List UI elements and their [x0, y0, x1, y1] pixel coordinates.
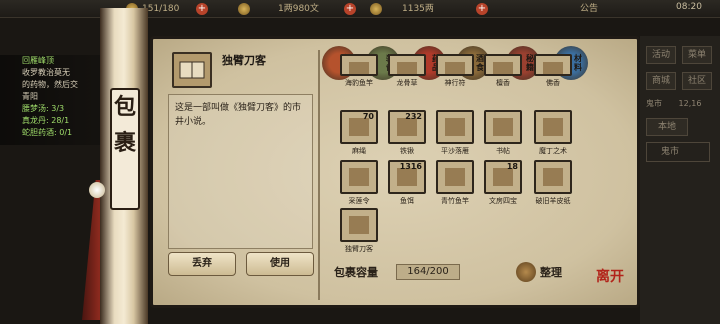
item-name: 龙骨草: [396, 79, 418, 87]
quest-line-2: 的药物，然后交: [22, 80, 78, 89]
use-button[interactable]: 使用: [246, 252, 314, 276]
tab-local[interactable]: 本地: [646, 118, 688, 136]
inventory-slot[interactable]: [436, 54, 474, 76]
item-name: 破旧羊皮纸: [535, 197, 571, 205]
capacity-value: 164/200: [396, 264, 460, 280]
discard-button[interactable]: 丢弃: [168, 252, 236, 276]
mall-button[interactable]: 商城: [646, 72, 676, 90]
selected-item-icon: [172, 52, 212, 88]
silver-value: 1135两: [402, 4, 434, 14]
item-icon: [543, 168, 563, 186]
item-icon: [445, 118, 465, 136]
item-name: 平沙落雁: [441, 147, 469, 155]
inventory-slot[interactable]: 1316: [388, 160, 426, 194]
item-name: 佛香: [546, 79, 560, 87]
inventory-slot[interactable]: 18: [484, 160, 522, 194]
item-icon: [543, 118, 563, 136]
quest-line-3: 青阳: [22, 92, 38, 101]
quest-req-2: 真龙丹: 28/1: [22, 116, 70, 125]
inventory-title-char-2: 裹: [113, 131, 136, 156]
item-icon: [445, 168, 465, 186]
item-description: 这是一部叫做《独臂刀客》的市井小说。: [168, 94, 313, 249]
inventory-slot[interactable]: [388, 54, 426, 76]
inventory-slot[interactable]: [484, 110, 522, 144]
sort-button[interactable]: 整理: [540, 264, 562, 280]
item-name: 采莲令: [348, 197, 370, 205]
inventory-title-char-1: 包: [113, 95, 136, 120]
panel-divider: [318, 50, 320, 300]
quest-req-1: 腰梦汤: 3/3: [22, 104, 65, 113]
item-icon: [397, 62, 417, 74]
add-silver-button[interactable]: +: [476, 3, 488, 15]
add-money-button[interactable]: +: [344, 3, 356, 15]
inventory-slot[interactable]: [340, 160, 378, 194]
item-name: 文房四宝: [489, 197, 517, 205]
inventory-slot[interactable]: [484, 54, 522, 76]
inventory-slot[interactable]: [436, 160, 474, 194]
bag-icon[interactable]: [516, 262, 536, 282]
scroll-bead: [89, 182, 105, 198]
item-name: 铁锹: [400, 147, 414, 155]
quest-title: 回雁峰顶: [22, 56, 54, 65]
item-icon: [493, 118, 513, 136]
location-entry[interactable]: 鬼市: [646, 142, 710, 162]
item-icon: [349, 216, 369, 234]
item-name: 魔丁之术: [539, 147, 567, 155]
item-name: 神行符: [444, 79, 466, 87]
inventory-slot[interactable]: [340, 208, 378, 242]
capacity-label: 包裹容量: [334, 266, 378, 279]
item-icon: [349, 62, 369, 74]
item-quantity: 232: [405, 112, 422, 121]
inventory-slot[interactable]: [340, 54, 378, 76]
add-stamina-button[interactable]: +: [196, 3, 208, 15]
silver-icon: [370, 3, 382, 15]
inventory-title-tag: 包 裹: [110, 88, 140, 210]
inventory-slot[interactable]: 232: [388, 110, 426, 144]
item-name: 青竹鱼竿: [441, 197, 469, 205]
item-icon: [543, 62, 563, 74]
clock: 08:20: [676, 2, 702, 12]
item-name: 书帖: [496, 147, 510, 155]
close-seal-button[interactable]: 离开: [596, 270, 626, 285]
money-value: 1两980文: [278, 4, 319, 14]
item-name: 麻绳: [352, 147, 366, 155]
inventory-slot[interactable]: [534, 54, 572, 76]
announcement-button[interactable]: 公告: [580, 2, 598, 16]
menu-button[interactable]: 菜单: [682, 46, 712, 64]
quest-req-3: 蛇胆药酒: 0/1: [22, 128, 73, 137]
item-icon: [349, 168, 369, 186]
money-icon: [238, 3, 250, 15]
inventory-slot[interactable]: [436, 110, 474, 144]
item-quantity: 70: [362, 112, 374, 121]
inventory-slot[interactable]: 70: [340, 110, 378, 144]
item-name: 檀香: [496, 79, 510, 87]
inventory-slot[interactable]: [534, 160, 572, 194]
selected-item-name: 独臂刀客: [222, 54, 266, 67]
item-icon: [445, 62, 465, 74]
item-quantity: 1316: [399, 162, 422, 171]
inventory-slot[interactable]: [534, 110, 572, 144]
item-name: 独臂刀客: [345, 245, 373, 253]
item-quantity: 18: [506, 162, 518, 171]
tab-label: 材料: [574, 54, 582, 72]
activity-button[interactable]: 活动: [646, 46, 676, 64]
map-info: 鬼市 12,16: [646, 99, 702, 108]
community-button[interactable]: 社区: [682, 72, 712, 90]
item-name: 鱼饵: [400, 197, 414, 205]
quest-line-1: 收罗教治莫无: [22, 68, 70, 77]
item-icon: [493, 62, 513, 74]
quest-panel[interactable]: 回雁峰顶 收罗教治莫无 的药物，然后交 青阳 腰梦汤: 3/3 真龙丹: 28/…: [0, 55, 104, 145]
item-name: 海豹鱼竿: [345, 79, 373, 87]
